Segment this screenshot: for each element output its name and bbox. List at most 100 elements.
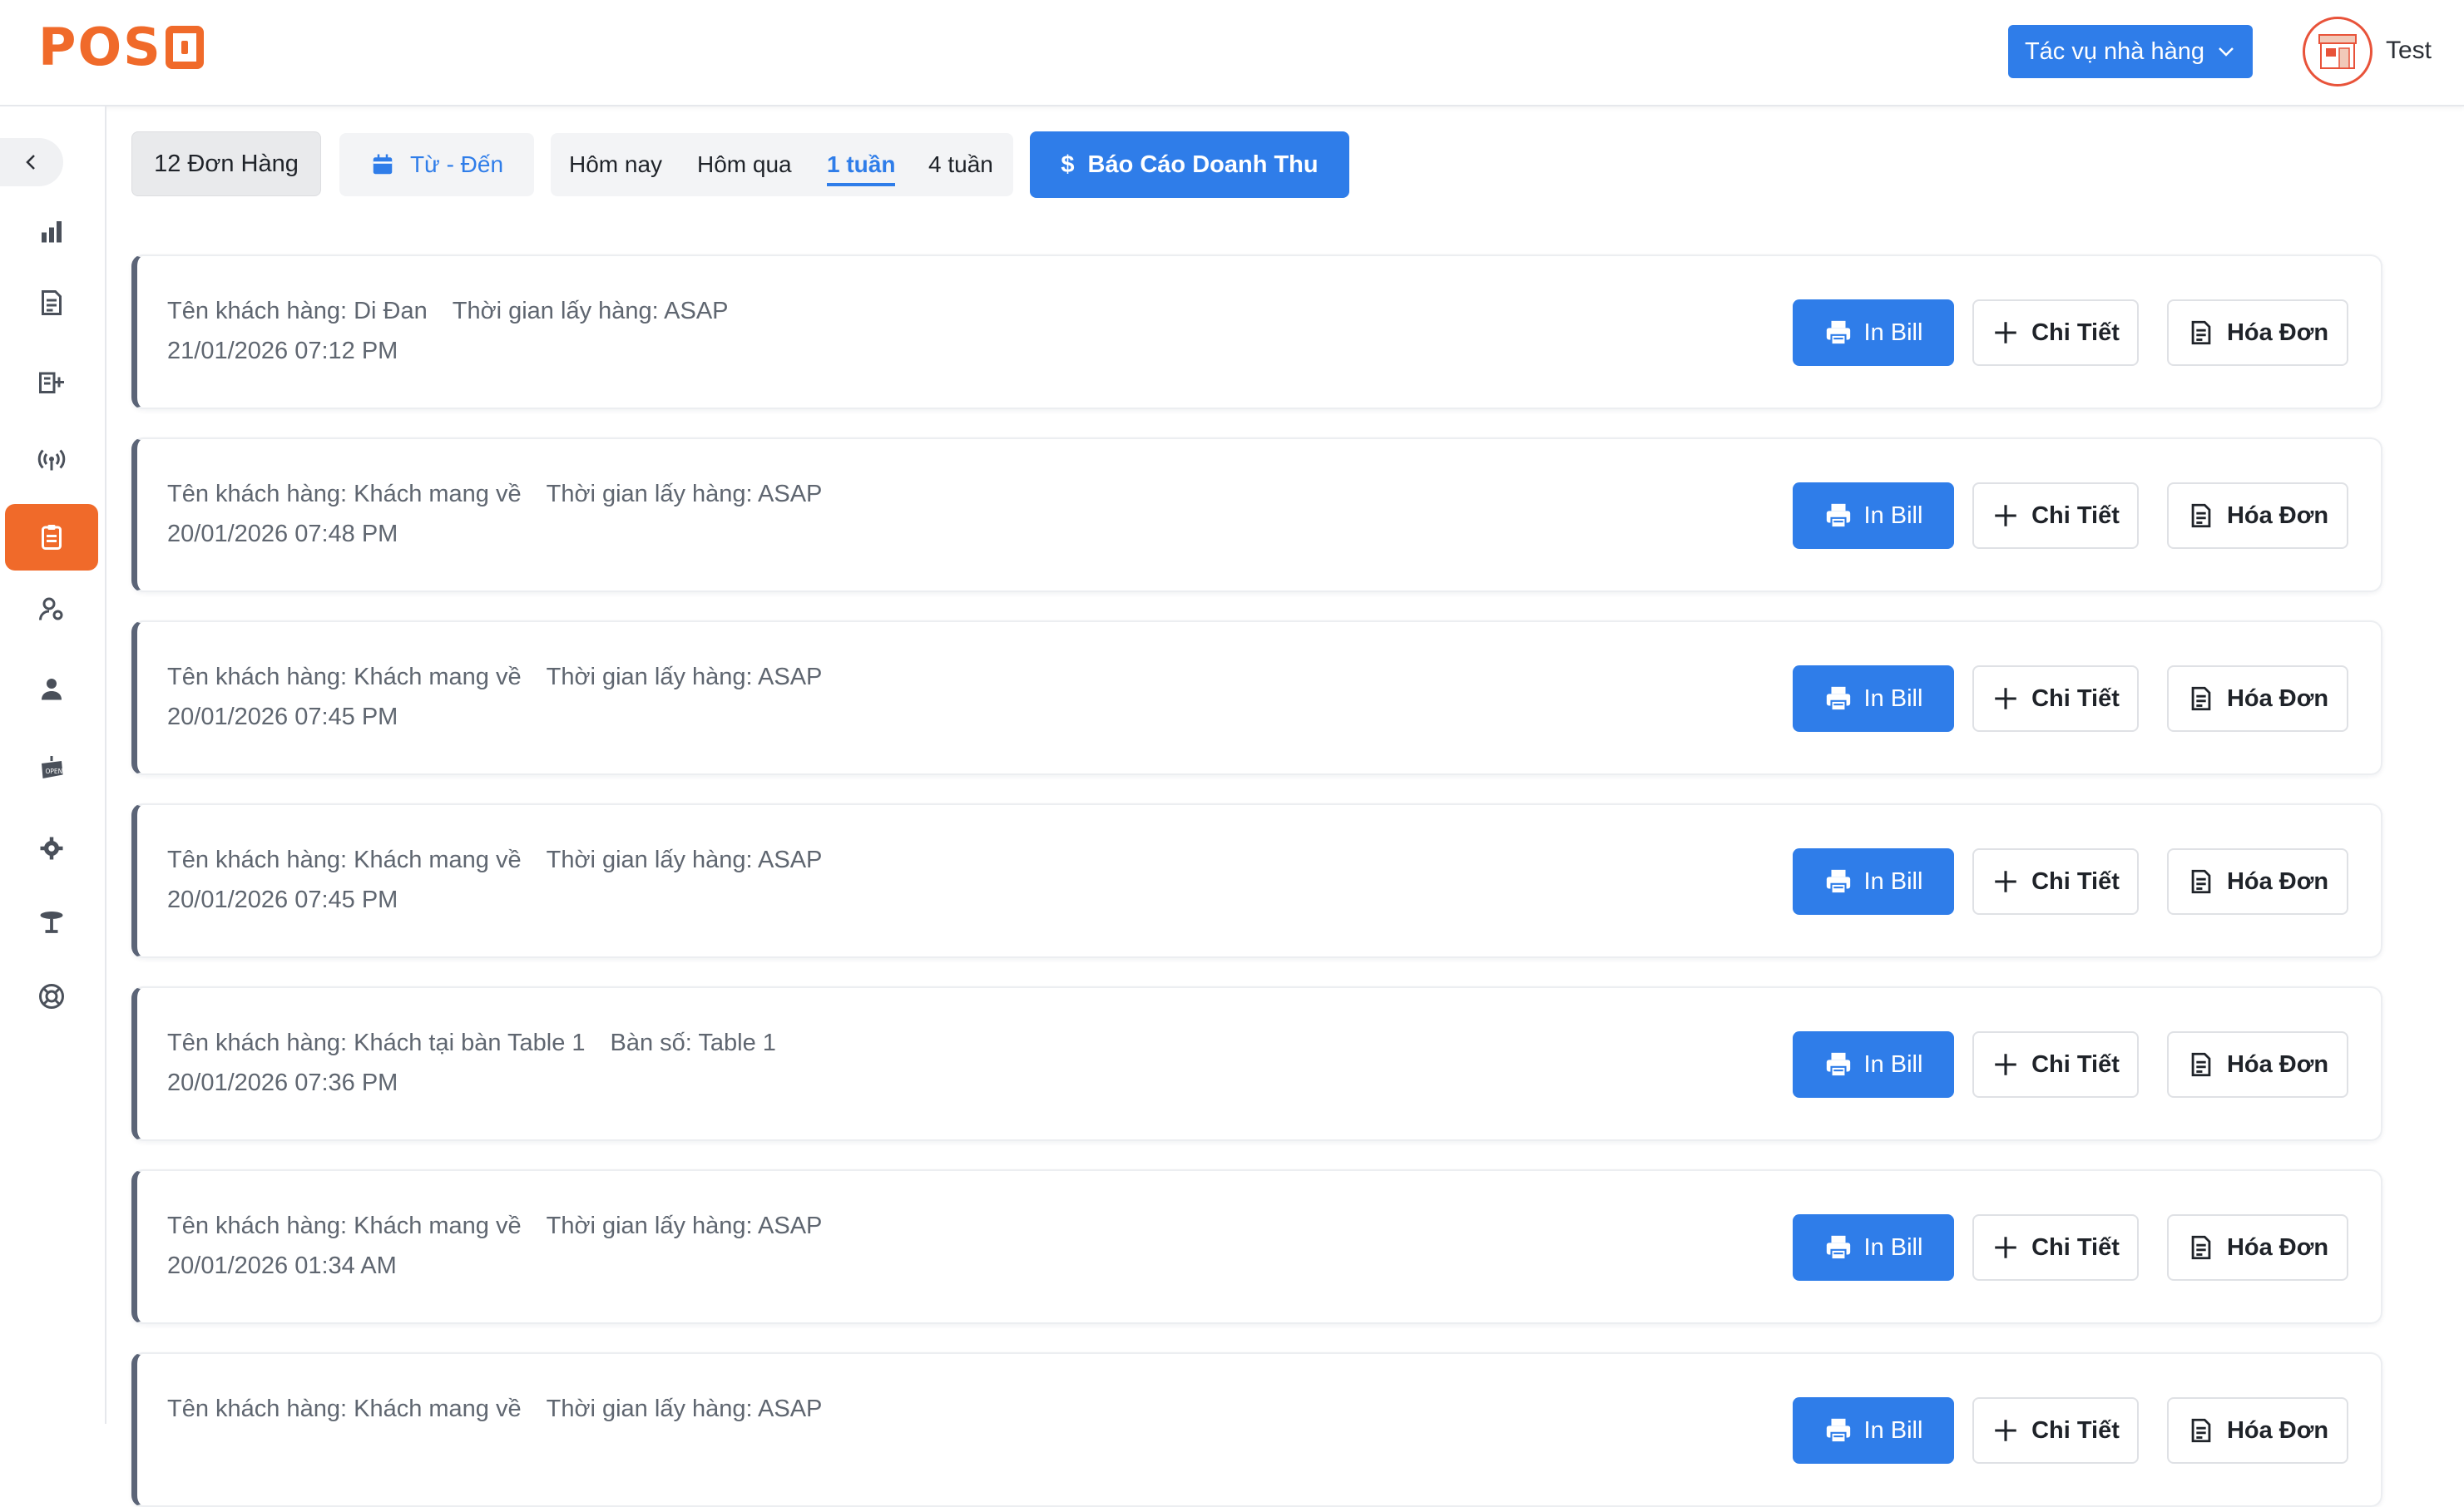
chevron-down-icon [2219,47,2234,57]
order-card[interactable]: Tên khách hàng: Khách mang về Thời gian l… [131,1352,2382,1507]
username[interactable]: Test [2386,37,2432,65]
invoice-icon [2191,869,2211,894]
date-range-picker[interactable]: Từ - Đến [339,133,534,196]
chart-bar-icon [42,221,62,243]
order-detail-button[interactable]: Chi Tiết [1972,1214,2139,1281]
order-card[interactable]: Tên khách hàng: Khách mang về Thời gian l… [131,437,2382,592]
document-list-icon [42,290,62,315]
clipboard-icon [42,525,62,550]
plus-icon [1995,322,2016,343]
order-count-badge[interactable]: 12 Đơn Hàng [131,131,321,196]
print-bill-button[interactable]: In Bill [1793,482,1954,549]
restaurant-actions-dropdown[interactable]: Tác vụ nhà hàng [2008,25,2253,78]
invoice-label: Hóa Đơn [2226,1233,2329,1261]
order-detail-button[interactable]: Chi Tiết [1972,482,2139,549]
order-extra-info: Thời gian lấy hàng: ASAP [452,298,729,324]
order-detail-label: Chi Tiết [2031,319,2120,346]
sidebar-item-customers[interactable] [5,655,98,722]
order-detail-button[interactable]: Chi Tiết [1972,665,2139,732]
open-sign-icon: OPEN [42,756,63,778]
logo-text: POS [38,17,162,77]
sidebar: OPEN [0,106,106,1424]
print-bill-label: In Bill [1863,319,1923,346]
order-datetime: 20/01/2026 01:34 AM [167,1253,397,1279]
order-extra-info: Thời gian lấy hàng: ASAP [546,1213,823,1239]
logo-mark [165,26,204,69]
invoice-icon [2191,1052,2211,1077]
order-detail-button[interactable]: Chi Tiết [1972,1031,2139,1098]
printer-icon [1826,320,1850,346]
tab-today[interactable]: Hôm nay [569,133,662,196]
sidebar-item-add-store[interactable] [5,348,98,414]
invoice-label: Hóa Đơn [2226,684,2329,712]
print-bill-button[interactable]: In Bill [1793,1214,1954,1281]
print-bill-label: In Bill [1863,1416,1923,1444]
order-detail-label: Chi Tiết [2031,684,2120,712]
chevron-left-icon [26,155,35,170]
building-add-icon [39,372,64,393]
invoice-label: Hóa Đơn [2226,319,2329,346]
print-bill-button[interactable]: In Bill [1793,1031,1954,1098]
order-card[interactable]: Tên khách hàng: Khách mang về Thời gian l… [131,1169,2382,1324]
invoice-icon [2191,503,2211,528]
customer-name: Tên khách hàng: Khách mang về [167,664,522,690]
invoice-button[interactable]: Hóa Đơn [2167,1031,2348,1098]
poso-logo[interactable]: POS [38,18,204,77]
invoice-button[interactable]: Hóa Đơn [2167,482,2348,549]
range-tabs: Hôm nay Hôm qua 1 tuần 4 tuần [551,133,1013,196]
invoice-label: Hóa Đơn [2226,1050,2329,1078]
sidebar-item-settings[interactable] [5,815,98,882]
order-detail-label: Chi Tiết [2031,502,2120,529]
printer-icon [1826,686,1850,712]
order-datetime: 20/01/2026 07:48 PM [167,521,398,547]
sidebar-item-reports[interactable] [5,269,98,336]
order-detail-button[interactable]: Chi Tiết [1972,848,2139,915]
invoice-button[interactable]: Hóa Đơn [2167,665,2348,732]
tab-one-week[interactable]: 1 tuần [827,133,896,196]
invoice-button[interactable]: Hóa Đơn [2167,1214,2348,1281]
customer-name: Tên khách hàng: Khách mang về [167,1396,522,1422]
order-card[interactable]: Tên khách hàng: Khách tại bàn Table 1 Bàn… [131,986,2382,1141]
print-bill-button[interactable]: In Bill [1793,848,1954,915]
print-bill-button[interactable]: In Bill [1793,299,1954,366]
tab-four-weeks[interactable]: 4 tuần [928,133,993,196]
order-detail-button[interactable]: Chi Tiết [1972,1397,2139,1464]
print-bill-button[interactable]: In Bill [1793,1397,1954,1464]
invoice-button[interactable]: Hóa Đơn [2167,848,2348,915]
order-extra-info: Thời gian lấy hàng: ASAP [546,481,823,507]
sidebar-item-tables[interactable] [5,888,98,955]
print-bill-button[interactable]: In Bill [1793,665,1954,732]
order-extra-info: Thời gian lấy hàng: ASAP [546,1396,823,1422]
sidebar-item-dashboard[interactable] [5,198,98,264]
order-card[interactable]: Tên khách hàng: Khách mang về Thời gian l… [131,620,2382,775]
plus-icon [1995,505,2016,526]
customer-name: Tên khách hàng: Khách mang về [167,847,522,873]
order-detail-label: Chi Tiết [2031,1416,2120,1444]
avatar[interactable] [2303,17,2372,86]
order-card[interactable]: Tên khách hàng: Khách mang về Thời gian l… [131,803,2382,958]
printer-icon [1826,503,1850,529]
invoice-button[interactable]: Hóa Đơn [2167,1397,2348,1464]
sidebar-item-orders[interactable] [5,504,98,571]
order-card[interactable]: Tên khách hàng: Di Đan Thời gian lấy hàng… [131,254,2382,409]
invoice-label: Hóa Đơn [2226,502,2329,529]
order-detail-button[interactable]: Chi Tiết [1972,299,2139,366]
invoice-button[interactable]: Hóa Đơn [2167,299,2348,366]
tab-yesterday[interactable]: Hôm qua [697,133,792,196]
invoice-icon [2191,320,2211,345]
sidebar-item-broadcast[interactable] [5,426,98,492]
sidebar-item-support[interactable] [5,963,98,1030]
order-extra-info: Thời gian lấy hàng: ASAP [546,847,823,873]
calendar-icon [373,154,393,175]
revenue-report-button[interactable]: $ Báo Cáo Doanh Thu [1030,131,1349,198]
sidebar-item-staff-settings[interactable] [5,576,98,642]
order-info: Tên khách hàng: Khách mang về Thời gian l… [167,1396,822,1423]
broadcast-icon [37,449,66,471]
svg-text:OPEN: OPEN [46,768,63,775]
print-bill-label: In Bill [1863,1233,1923,1261]
sidebar-collapse-button[interactable] [0,138,63,186]
order-info: Tên khách hàng: Khách tại bàn Table 1 Bàn… [167,1030,776,1057]
restaurant-actions-label: Tác vụ nhà hàng [2024,37,2205,65]
sidebar-item-opening-hours[interactable]: OPEN [5,735,98,802]
print-bill-label: In Bill [1863,1050,1923,1078]
